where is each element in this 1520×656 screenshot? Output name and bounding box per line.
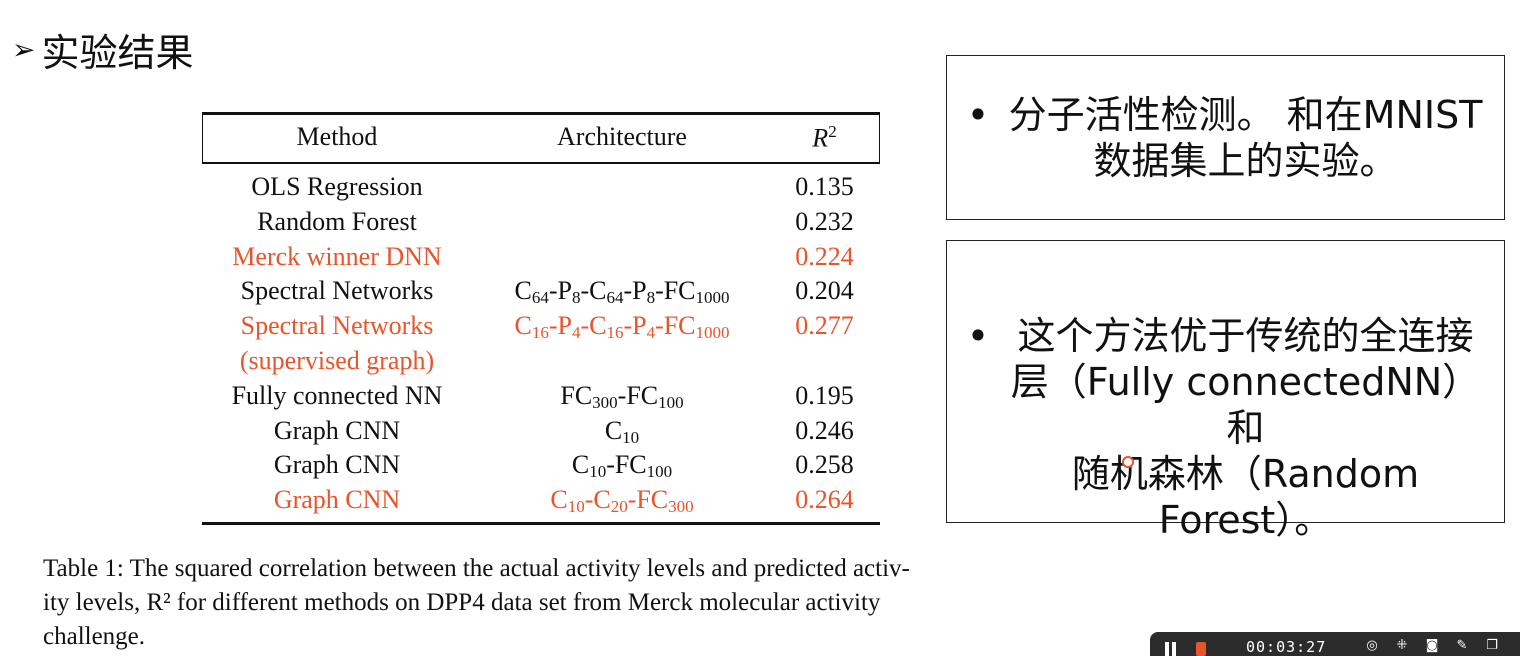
video-player-bar: 00:03:27 ◎ ⁜ ◙ ✎ ❐ bbox=[1150, 632, 1520, 656]
cell-r2: 0.135 bbox=[795, 172, 854, 201]
cell-architecture: FC300-FC100 bbox=[472, 381, 772, 413]
table-right-rule bbox=[879, 115, 880, 162]
cell-architecture: C10-C20-FC300 bbox=[472, 485, 772, 517]
arch-subscript: 4 bbox=[646, 323, 656, 343]
table-top-rule bbox=[202, 112, 880, 115]
arch-subscript: 300 bbox=[668, 497, 694, 517]
cell-r2: 0.246 bbox=[795, 415, 854, 445]
header-architecture: Architecture bbox=[557, 122, 687, 151]
playback-time: 00:03:27 bbox=[1246, 638, 1327, 656]
pause-icon[interactable] bbox=[1164, 642, 1178, 656]
note-line: 这个方法优于传统的全连接 bbox=[1017, 314, 1474, 358]
arch-subscript: 1000 bbox=[695, 323, 730, 343]
header-method: Method bbox=[296, 122, 378, 151]
arch-subscript: 8 bbox=[646, 288, 656, 308]
cell-method: Random Forest bbox=[257, 206, 417, 236]
arch-term: C bbox=[571, 450, 590, 480]
note-text: 分子活性检测。 和在MNIST 数据集上的实验。 bbox=[997, 92, 1494, 184]
arch-subscript: 16 bbox=[606, 323, 624, 343]
cell-method: Fully connected NN bbox=[231, 380, 443, 410]
cell-architecture: C16-P4-C16-P4-FC1000 bbox=[472, 311, 772, 343]
note-item: • 分子活性检测。 和在MNIST 数据集上的实验。 bbox=[959, 92, 1494, 184]
slide-title: 实验结果 bbox=[41, 31, 194, 75]
arch-subscript: 1000 bbox=[695, 288, 730, 308]
arch-term: FC bbox=[560, 380, 593, 410]
cell-r2: 0.224 bbox=[795, 241, 854, 271]
record-indicator-icon bbox=[1196, 642, 1206, 656]
arch-term: C bbox=[604, 415, 623, 445]
arch-term: -FC bbox=[606, 450, 647, 480]
arch-subscript: 100 bbox=[646, 462, 673, 482]
table-caption: Table 1: The squared correlation between… bbox=[43, 552, 1037, 654]
arch-subscript: 64 bbox=[606, 288, 624, 308]
arch-subscript: 100 bbox=[658, 392, 684, 412]
arch-term: -FC bbox=[655, 311, 696, 341]
bullet-icon: • bbox=[966, 314, 990, 358]
table-header-rule bbox=[202, 162, 880, 164]
arch-subscript: 20 bbox=[610, 497, 628, 517]
window-icon[interactable]: ❐ bbox=[1484, 638, 1500, 654]
camera-icon[interactable]: ◙ bbox=[1424, 638, 1440, 654]
cell-architecture: C10-FC100 bbox=[472, 450, 772, 482]
cell-method: Graph CNN bbox=[273, 415, 401, 445]
header-r2-symbol: R bbox=[812, 123, 829, 153]
cell-r2: 0.258 bbox=[795, 450, 854, 480]
note-line: 数据集上的实验。 bbox=[1093, 139, 1398, 183]
table-bottom-rule bbox=[202, 522, 880, 525]
arch-term: C bbox=[550, 485, 568, 515]
caption-line: ity levels, R² for different methods on … bbox=[43, 589, 881, 616]
note-box-2: • 这个方法优于传统的全连接 层（Fully connectedNN） 和 随机… bbox=[946, 240, 1505, 542]
note-line: 随机森林（Random Forest）。 bbox=[1071, 452, 1420, 542]
cell-method: Graph CNN bbox=[273, 485, 401, 515]
target-icon[interactable]: ◎ bbox=[1364, 638, 1380, 654]
arch-term: -C bbox=[580, 311, 607, 341]
cell-r2: 0.195 bbox=[795, 380, 854, 410]
bullet-icon: • bbox=[966, 93, 990, 137]
caption-line: challenge. bbox=[43, 623, 146, 650]
arrow-bullet-icon: ➢ bbox=[12, 33, 36, 66]
cell-r2: 0.204 bbox=[795, 276, 854, 306]
arch-term: C bbox=[514, 311, 532, 341]
cell-r2: 0.264 bbox=[795, 485, 854, 515]
header-r2: R2 bbox=[772, 122, 877, 154]
cell-method: (supervised graph) bbox=[239, 346, 435, 375]
note-item: • 这个方法优于传统的全连接 层（Fully connectedNN） 和 随机… bbox=[959, 313, 1494, 543]
note-text: 这个方法优于传统的全连接 层（Fully connectedNN） 和 随机森林… bbox=[997, 313, 1494, 543]
cell-method: Graph CNN bbox=[273, 450, 401, 480]
arch-subscript: 10 bbox=[622, 427, 640, 447]
arch-term: -P bbox=[623, 276, 647, 306]
arch-subscript: 16 bbox=[531, 323, 549, 343]
arch-subscript: 10 bbox=[567, 497, 585, 517]
arch-term: -P bbox=[548, 311, 572, 341]
arch-subscript: 300 bbox=[592, 392, 618, 412]
pointer-cursor-icon bbox=[1122, 456, 1134, 468]
arch-term: -P bbox=[623, 311, 647, 341]
cell-method: Merck winner DNN bbox=[232, 241, 442, 271]
arch-term: -FC bbox=[617, 380, 659, 410]
note-line: 分子活性检测。 和在MNIST bbox=[1008, 93, 1483, 137]
arch-term: -FC bbox=[655, 276, 696, 306]
cell-method: OLS Regression bbox=[251, 172, 423, 201]
arch-subscript: 10 bbox=[589, 462, 607, 482]
arch-subscript: 64 bbox=[531, 288, 549, 308]
arch-term: C bbox=[514, 276, 532, 306]
cell-r2: 0.277 bbox=[795, 311, 854, 341]
pen-icon[interactable]: ✎ bbox=[1454, 638, 1470, 654]
caption-line: Table 1: The squared correlation between… bbox=[43, 555, 910, 582]
arch-term: -C bbox=[580, 276, 607, 306]
cell-architecture: C64-P8-C64-P8-FC1000 bbox=[472, 276, 772, 308]
arch-term: -C bbox=[584, 485, 611, 515]
note-line: 层（Fully connectedNN） 和 bbox=[1010, 360, 1481, 450]
header-r2-exponent: 2 bbox=[828, 122, 837, 141]
cell-method: Spectral Networks bbox=[240, 311, 434, 341]
note-box-1: • 分子活性检测。 和在MNIST 数据集上的实验。 bbox=[946, 55, 1505, 220]
cell-architecture: C10 bbox=[472, 416, 772, 448]
cell-method: Spectral Networks bbox=[240, 276, 434, 306]
arch-term: -FC bbox=[627, 485, 669, 515]
cell-r2: 0.232 bbox=[795, 206, 854, 236]
arch-term: -P bbox=[548, 276, 572, 306]
slide-heading: ➢ 实验结果 bbox=[12, 22, 193, 77]
collapse-icon[interactable]: ⁜ bbox=[1394, 638, 1410, 654]
